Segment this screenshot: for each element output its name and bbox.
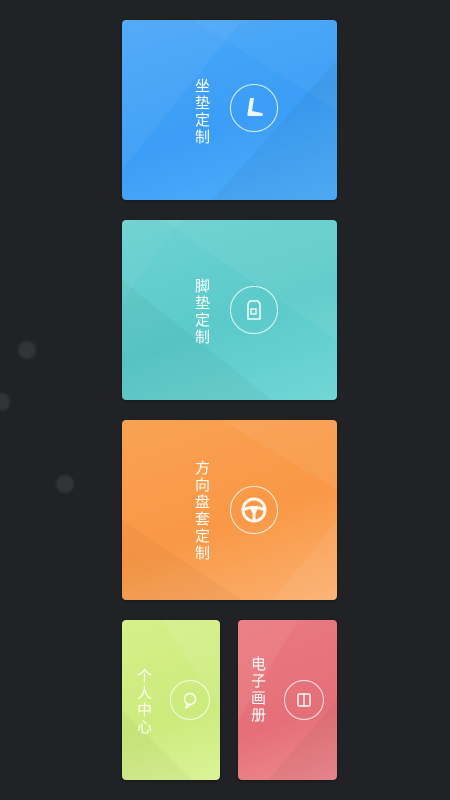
seat-icon [230, 84, 278, 132]
chat-bubble-icon [170, 680, 210, 720]
floor-mat-label: 脚垫定制 [193, 278, 211, 346]
background-bokeh [56, 475, 74, 493]
home-screen: 坐垫定制 脚垫定制 方向盘套定制 个人中心 电子画册 [0, 0, 450, 800]
e-album-card[interactable]: 电子画册 [238, 620, 337, 780]
steering-wheel-card[interactable]: 方向盘套定制 [122, 420, 337, 600]
personal-center-label: 个人中心 [135, 668, 153, 736]
book-icon [284, 680, 324, 720]
steering-wheel-label: 方向盘套定制 [193, 460, 211, 562]
background-bokeh [0, 393, 10, 411]
steering-wheel-icon [230, 486, 278, 534]
seat-cushion-card[interactable]: 坐垫定制 [122, 20, 337, 200]
seat-cushion-label: 坐垫定制 [193, 78, 211, 146]
floor-mat-icon [230, 286, 278, 334]
e-album-label: 电子画册 [249, 656, 267, 724]
floor-mat-card[interactable]: 脚垫定制 [122, 220, 337, 400]
background-bokeh [18, 341, 36, 359]
personal-center-card[interactable]: 个人中心 [122, 620, 220, 780]
